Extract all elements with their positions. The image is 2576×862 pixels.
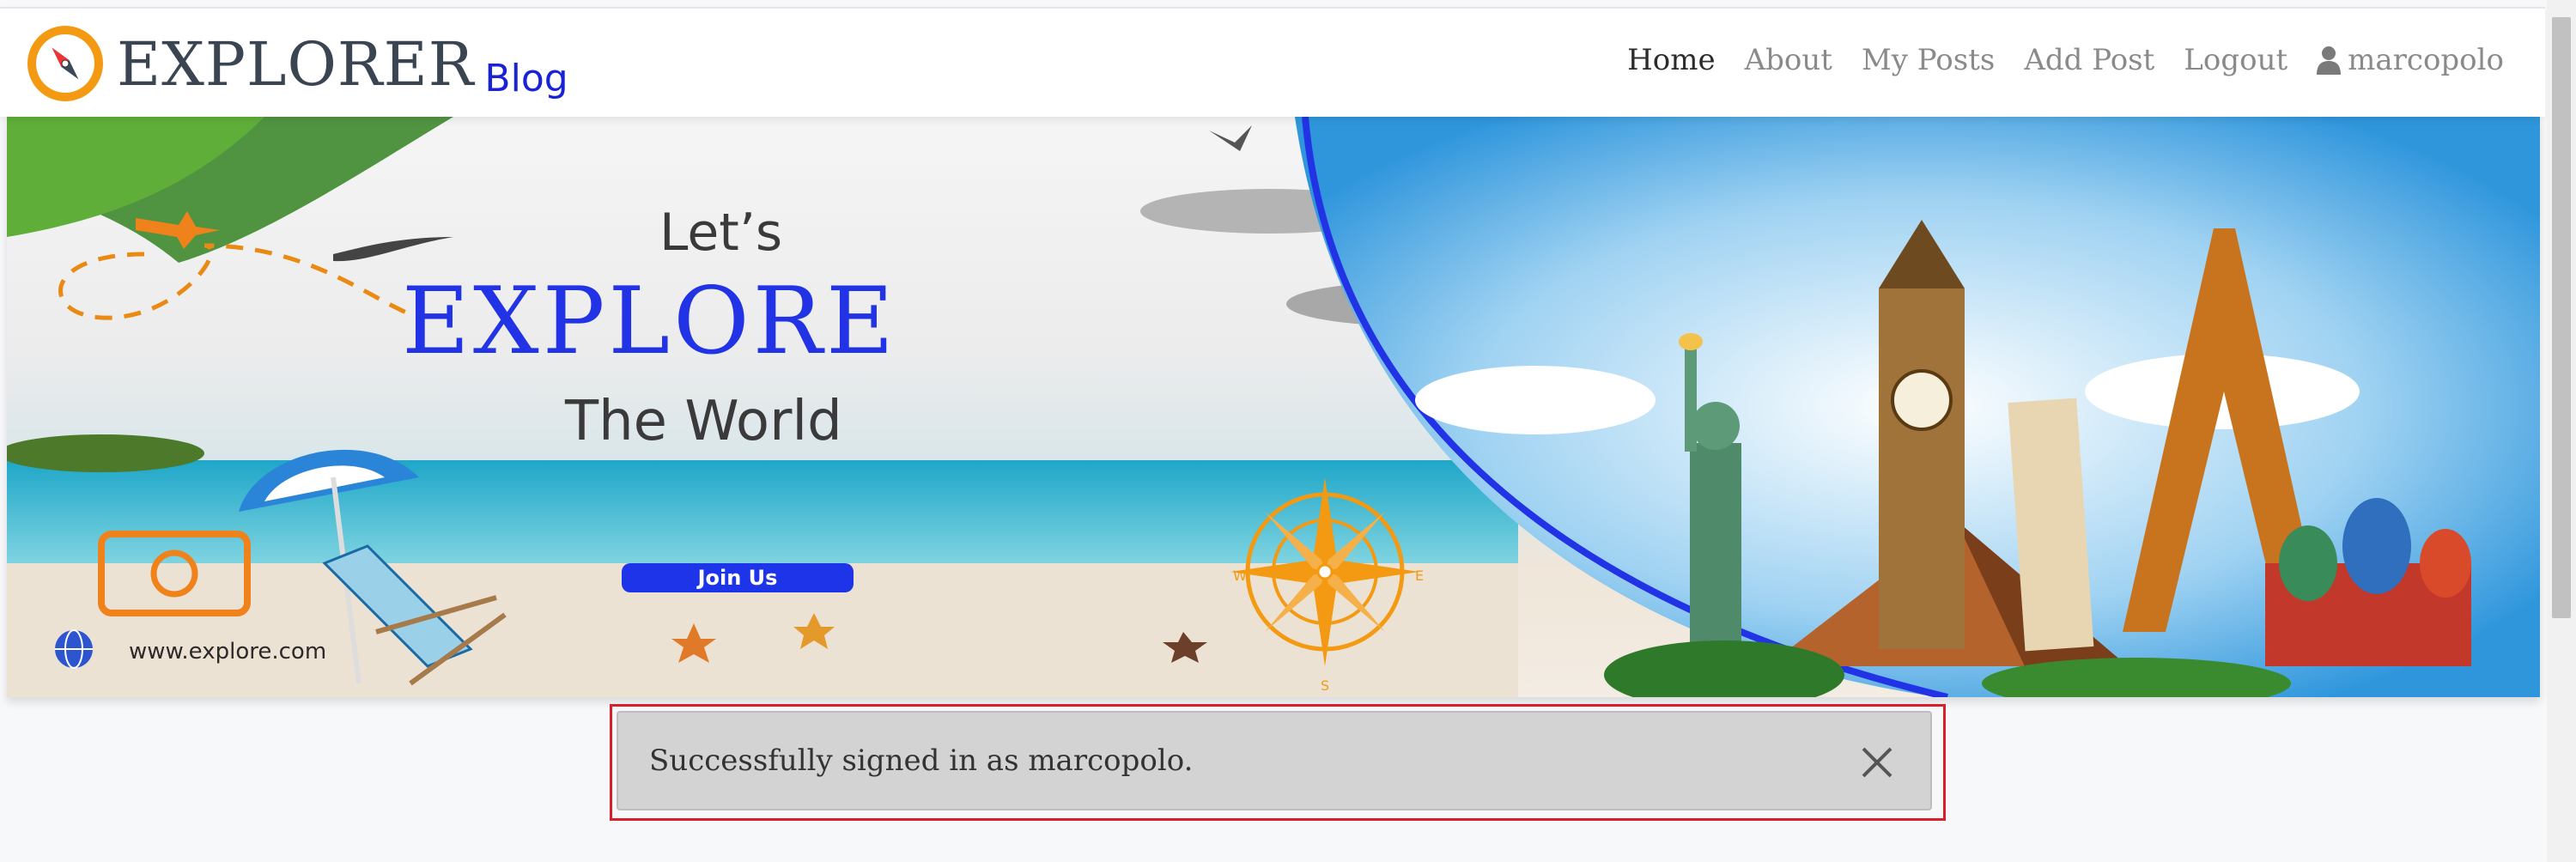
- page-scrollbar[interactable]: [2547, 0, 2576, 862]
- nav-add-post[interactable]: Add Post: [2024, 43, 2154, 77]
- hero-headline-explore: EXPLORE: [402, 268, 897, 375]
- compass-letter-e: E: [1415, 568, 1424, 584]
- nav-my-posts[interactable]: My Posts: [1862, 43, 1995, 77]
- brand-link[interactable]: EXPLORER Blog: [27, 21, 568, 106]
- alert-message: Successfully signed in as marcopolo.: [649, 744, 1194, 778]
- user-icon: [2317, 46, 2342, 75]
- compass-logo-icon: [27, 26, 103, 101]
- brand-name: EXPLORER: [117, 29, 475, 100]
- hero-banner: W E S Let’s EXPLORE The World Join Us ww…: [7, 117, 2540, 697]
- hero-illustration: W E S: [7, 117, 2540, 697]
- nav-user[interactable]: marcopolo: [2317, 43, 2504, 77]
- user-name: marcopolo: [2348, 43, 2504, 77]
- hero-headline-lets: Let’s: [659, 203, 783, 263]
- compass-letter-w: W: [1233, 568, 1247, 584]
- scrollbar-thumb[interactable]: [2552, 17, 2571, 618]
- nav-logout[interactable]: Logout: [2184, 43, 2287, 77]
- hero-headline-world: The World: [565, 390, 842, 453]
- brand-subtitle: Blog: [484, 57, 568, 100]
- site-url: www.explore.com: [129, 639, 327, 665]
- signin-success-alert: Successfully signed in as marcopolo.: [617, 711, 1932, 810]
- nav-about[interactable]: About: [1745, 43, 1832, 77]
- compass-letter-s: S: [1321, 677, 1329, 694]
- navbar: EXPLORER Blog Home About My Posts Add Po…: [0, 7, 2545, 117]
- nav-home[interactable]: Home: [1627, 43, 1715, 77]
- nav-links: Home About My Posts Add Post Logout marc…: [1598, 43, 2504, 77]
- close-icon[interactable]: [1858, 744, 1896, 781]
- join-us-button[interactable]: Join Us: [622, 563, 854, 592]
